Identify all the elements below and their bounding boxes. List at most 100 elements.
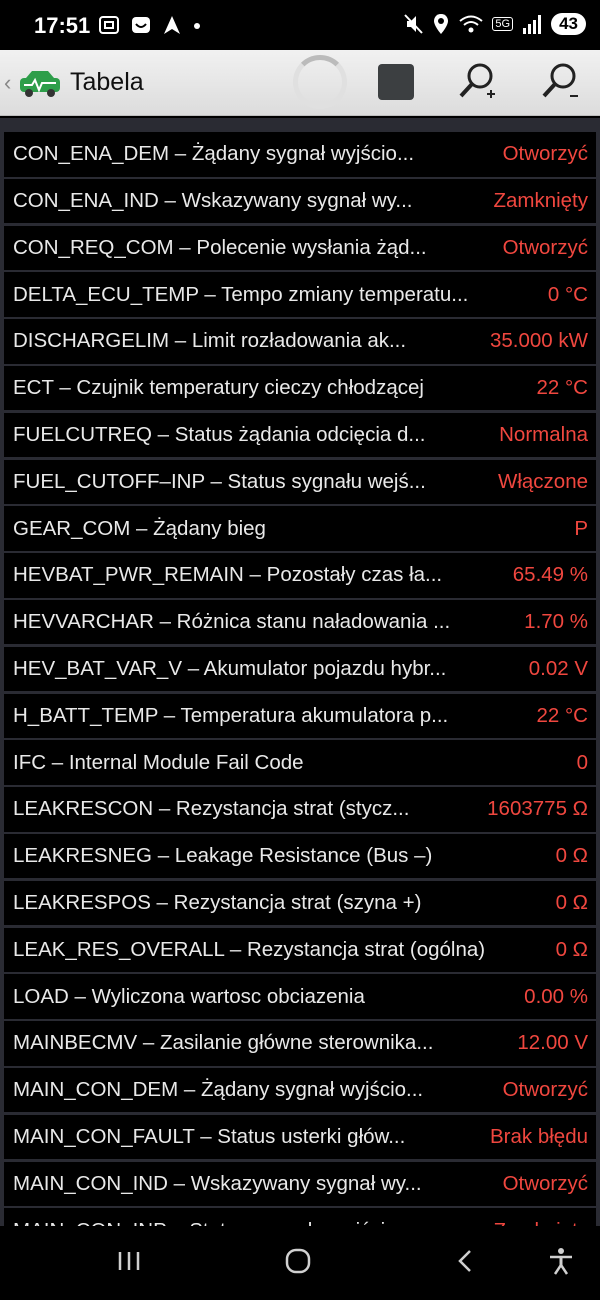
row-label: CON_ENA_DEM – Żądany sygnał wyjścio... — [13, 142, 415, 166]
table-row[interactable]: LEAKRESNEG – Leakage Resistance (Bus –) 0… — [4, 833, 596, 879]
accessibility-icon[interactable] — [547, 1246, 575, 1276]
table-row[interactable]: FUEL_CUTOFF–INP – Status sygnału wejś...… — [4, 459, 596, 505]
row-value: 12.00 V — [517, 1031, 588, 1055]
row-label: LEAKRESNEG – Leakage Resistance (Bus –) — [13, 844, 433, 868]
table-row[interactable]: CON_REQ_COM – Polecenie wysłania żąd... O… — [4, 225, 596, 271]
network-label: 5G — [492, 17, 514, 31]
home-icon[interactable] — [283, 1246, 313, 1276]
screenshot-icon — [99, 16, 119, 34]
status-right-icons: 5G 43 — [402, 12, 586, 36]
table-row[interactable]: H_BATT_TEMP – Temperatura akumulatora p.… — [4, 693, 596, 739]
row-label: H_BATT_TEMP – Temperatura akumulatora p.… — [13, 703, 449, 727]
table-row[interactable]: MAIN_CON_IND – Wskazywany sygnał wy... Ot… — [4, 1161, 596, 1207]
row-label: LEAKRESCON – Rezystancja strat (stycz... — [13, 797, 410, 821]
table-row[interactable]: LEAKRESCON – Rezystancja strat (stycz...… — [4, 787, 596, 832]
row-value: 0 Ω — [555, 937, 588, 961]
row-value: 0.00 % — [524, 984, 588, 1008]
row-value: Otworzyć — [502, 1171, 588, 1195]
list-top-spacer — [0, 118, 600, 132]
mute-icon — [404, 14, 424, 34]
table-row[interactable]: MAINBECMV – Zasilanie główne sterownika.… — [4, 1021, 596, 1066]
table-row[interactable]: HEV_BAT_VAR_V – Akumulator pojazdu hybr.… — [4, 646, 596, 692]
row-value: 1603775 Ω — [487, 797, 588, 821]
row-label: GEAR_COM – Żądany bieg — [13, 516, 266, 540]
recents-icon[interactable] — [116, 1246, 142, 1276]
row-label: FUEL_CUTOFF–INP – Status sygnału wejś... — [13, 469, 426, 493]
row-label: MAIN_CON_INP – Status sygnału wejści... — [4, 1219, 483, 1226]
table-row[interactable]: LEAKRESPOS – Rezystancja strat (szyna +)… — [4, 880, 596, 926]
row-value: Normalna — [499, 423, 588, 447]
row-label: IFC – Internal Module Fail Code — [13, 750, 304, 774]
row-label: DELTA_ECU_TEMP – Tempo zmiany temperatu.… — [13, 282, 469, 306]
table-row[interactable]: HEVBAT_PWR_REMAIN – Pozostały czas ła...… — [4, 553, 596, 598]
row-label: MAINBECMV – Zasilanie główne sterownika.… — [13, 1031, 434, 1055]
row-label: HEVVARCHAR – Różnica stanu naładowania .… — [13, 610, 451, 634]
row-value: Otworzyć — [502, 235, 588, 259]
zoom-in-icon[interactable] — [457, 60, 497, 104]
stop-button[interactable] — [378, 64, 414, 100]
status-bar: 17:51 5G 43 — [0, 0, 600, 50]
table-row[interactable]: HEVVARCHAR – Różnica stanu naładowania .… — [4, 599, 596, 645]
table-row[interactable]: GEAR_COM – Żądany bieg P — [4, 506, 596, 551]
back-icon[interactable] — [454, 1246, 476, 1276]
loading-spinner — [293, 55, 347, 109]
data-table[interactable]: CON_ENA_DEM – Żądany sygnał wyjścio... Ot… — [0, 118, 600, 1226]
row-value: Otworzyć — [502, 1078, 588, 1102]
row-value: 0.02 V — [528, 657, 588, 681]
table-row[interactable]: DISCHARGELIM – Limit rozładowania ak... 3… — [4, 319, 596, 364]
row-value: 65.49 % — [512, 563, 588, 587]
row-value: Zamknięty — [483, 1219, 596, 1226]
row-label: CON_ENA_IND – Wskazywany sygnał wy... — [13, 189, 413, 213]
row-value: Brak błędu — [489, 1124, 588, 1148]
row-value: 0 Ω — [555, 891, 588, 914]
row-label: FUELCUTREQ – Status żądania odcięcia d..… — [13, 423, 426, 447]
rows-container: CON_ENA_DEM – Żądany sygnał wyjścio... Ot… — [0, 132, 600, 1226]
page-title: Tabela — [70, 68, 144, 96]
status-time: 17:51 — [34, 13, 91, 38]
table-row[interactable]: MAIN_CON_FAULT – Status usterki głów... B… — [4, 1114, 596, 1160]
signal-icon — [523, 15, 542, 34]
row-value: Otworzyć — [502, 142, 588, 166]
row-value: 0 °C — [547, 282, 588, 306]
row-value: 1.70 % — [524, 610, 588, 634]
dot-icon — [194, 23, 200, 29]
table-row[interactable]: IFC – Internal Module Fail Code 0 — [4, 740, 596, 785]
table-row[interactable]: FUELCUTREQ – Status żądania odcięcia d..… — [4, 412, 596, 458]
row-value: 0 — [576, 750, 588, 774]
row-label: LEAKRESPOS – Rezystancja strat (szyna +) — [13, 891, 422, 914]
navigation-icon — [164, 16, 180, 34]
row-label: ECT – Czujnik temperatury cieczy chłodzą… — [13, 376, 424, 400]
row-value: P — [574, 516, 588, 540]
row-value: Włączone — [497, 469, 588, 493]
location-icon — [434, 14, 449, 34]
back-chevron-icon[interactable]: ‹ — [4, 70, 11, 96]
table-row[interactable]: MAIN_CON_INP – Status sygnału wejści...Z… — [4, 1208, 596, 1226]
row-value: 22 °C — [536, 376, 588, 400]
table-row[interactable]: CON_ENA_DEM – Żądany sygnał wyjścio... Ot… — [4, 132, 596, 177]
row-label: DISCHARGELIM – Limit rozładowania ak... — [13, 329, 407, 353]
row-label: HEVBAT_PWR_REMAIN – Pozostały czas ła... — [13, 563, 443, 587]
system-nav-bar — [0, 1226, 600, 1300]
row-value: 22 °C — [536, 703, 588, 727]
zoom-out-icon[interactable] — [540, 60, 580, 104]
table-row[interactable]: LEAK_RES_OVERALL – Rezystancja strat (og… — [4, 927, 596, 973]
row-label: CON_REQ_COM – Polecenie wysłania żąd... — [13, 235, 427, 259]
app-icon — [132, 17, 150, 33]
battery-icon: 43 — [551, 13, 586, 35]
table-row[interactable]: MAIN_CON_DEM – Żądany sygnał wyjścio... O… — [4, 1067, 596, 1113]
row-value: Zamknięty — [493, 189, 588, 213]
row-label: MAIN_CON_DEM – Żądany sygnał wyjścio... — [13, 1078, 424, 1102]
row-label: LEAK_RES_OVERALL – Rezystancja strat (og… — [13, 937, 486, 961]
app-logo-icon[interactable] — [18, 68, 64, 98]
wifi-icon — [459, 15, 484, 33]
table-row[interactable]: CON_ENA_IND – Wskazywany sygnał wy... Zam… — [4, 178, 596, 224]
row-label: HEV_BAT_VAR_V – Akumulator pojazdu hybr.… — [13, 657, 447, 681]
table-row[interactable]: DELTA_ECU_TEMP – Tempo zmiany temperatu.… — [4, 272, 596, 317]
row-label: MAIN_CON_FAULT – Status usterki głów... — [13, 1124, 406, 1148]
battery-level: 43 — [559, 14, 578, 33]
table-row[interactable]: ECT – Czujnik temperatury cieczy chłodzą… — [4, 365, 596, 411]
row-value: 35.000 kW — [490, 329, 588, 353]
table-row[interactable]: LOAD – Wyliczona wartosc obciazenia 0.00 … — [4, 974, 596, 1019]
row-value: 0 Ω — [555, 844, 588, 868]
status-left-icons — [98, 14, 202, 36]
